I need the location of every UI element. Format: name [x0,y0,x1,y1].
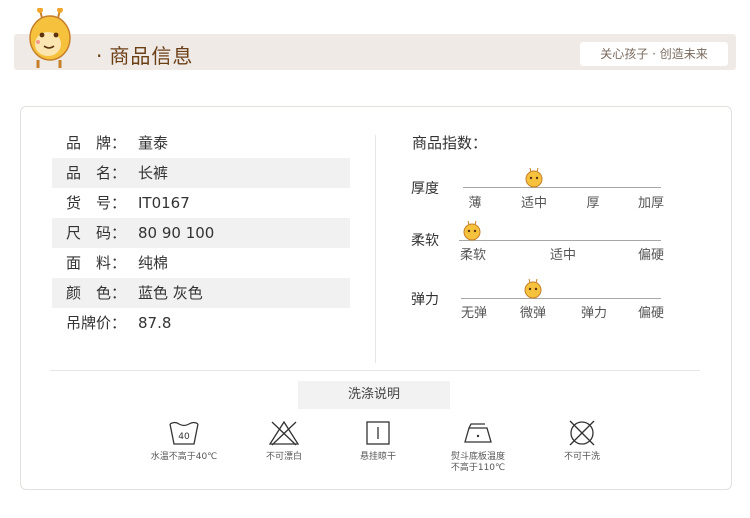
attr-size: 尺 码： 80 90 100 [52,218,350,248]
tick-no-stretch: 无弹 [460,306,488,321]
scale-label-elasticity: 弹力 [411,292,439,308]
attr-sku: 货 号： IT0167 [66,194,190,212]
vertical-divider [375,135,376,363]
tick-slight-stretch: 微弹 [519,306,547,321]
no-dry-clean-icon [569,420,595,446]
tick-thin: 薄 [468,196,482,211]
care-label-wash: 水温不高于40℃ [150,452,218,462]
scale-line-elasticity [461,298,661,299]
tick-extra-thick: 加厚 [637,196,665,211]
scale-label-softness: 柔软 [411,233,439,249]
attr-fabric: 面 料： 纯棉 [66,254,169,272]
iron-110-icon [464,423,492,443]
care-label-dry-clean: 不可干洗 [563,452,600,462]
tick-stiff: 偏硬 [637,248,665,263]
selected-marker-icon [525,167,543,188]
attr-price: 吊牌价： 87.8 [66,314,172,332]
tick-stretch: 弹力 [580,306,608,321]
hang-dry-icon [366,421,390,445]
attr-brand: 品 牌： 童泰 [66,134,169,152]
index-title: 商品指数： [412,134,488,152]
attr-color: 颜 色： 蓝色 灰色 [52,278,350,308]
care-label-iron: 熨斗底板温度 不高于110℃ [450,452,506,473]
wash-40-icon: 40 [169,421,199,445]
scale-line-thickness [463,187,661,188]
selected-marker-icon [524,278,542,299]
tick-soft: 柔软 [459,248,487,263]
svg-text:40: 40 [178,432,190,442]
tick-medium: 适中 [520,196,548,211]
attr-name: 品 名： 长裤 [52,158,350,188]
scale-line-softness [459,240,661,241]
care-label-bleach: 不可漂白 [265,452,302,462]
giraffe-mascot-icon [29,8,71,68]
tick-thick: 厚 [586,196,600,211]
section-title: · 商品信息 [96,44,194,68]
care-label-dry: 悬挂晾干 [359,452,396,462]
scale-label-thickness: 厚度 [411,181,439,197]
tick-stiff-2: 偏硬 [637,306,665,321]
selected-marker-icon [463,220,481,241]
tick-medium-soft: 适中 [549,248,577,263]
washing-title: 洗涤说明 [298,381,450,409]
product-attributes: 品 牌： 童泰 品 名： 长裤 货 号： IT0167 尺 码： 80 90 100 面… [52,128,350,338]
horizontal-divider [50,370,700,371]
slogan-badge: 关心孩子 · 创造未来 [580,42,728,66]
no-bleach-icon [268,420,300,446]
